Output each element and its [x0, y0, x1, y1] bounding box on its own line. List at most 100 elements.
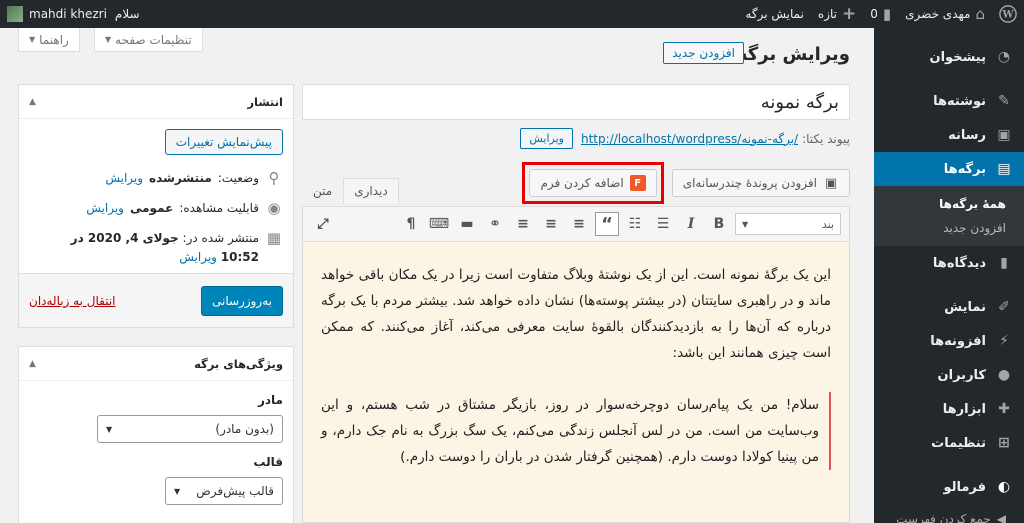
help-tab[interactable]: راهنما ▼ [18, 28, 80, 52]
eye-icon: ◉ [267, 199, 281, 217]
comments-link[interactable]: ▮ 0 [863, 0, 898, 28]
page-title: ویرایش برگه [736, 44, 850, 65]
chevron-down-icon: ▼ [742, 219, 749, 229]
comments-icon: ▮ [1000, 255, 1008, 271]
menu-appearance[interactable]: ✐ نمایش [874, 290, 1024, 324]
site-name-link[interactable]: ⌂ مهدی خضری [898, 0, 992, 28]
status-row: ⚲ وضعیت: منتشرشده ویرایش [19, 169, 293, 187]
home-icon: ⌂ [975, 5, 985, 23]
menu-comments[interactable]: ▮ دیدگاه‌ها [874, 246, 1024, 280]
edit-status-link[interactable]: ویرایش [105, 171, 143, 185]
rtl-paragraph-icon[interactable]: ¶ [399, 212, 423, 236]
tab-visual[interactable]: دیداری [343, 178, 399, 204]
move-to-trash-link[interactable]: انتقال به زباله‌دان [29, 294, 116, 308]
pin-icon: ⚲ [268, 169, 280, 187]
screen-options-tab[interactable]: تنظیمات صفحه ▼ [94, 28, 203, 52]
bullet-list-icon[interactable]: ☰ [651, 212, 675, 236]
menu-settings[interactable]: ⊞ تنظیمات [874, 426, 1024, 460]
parent-label: مادر [257, 393, 283, 407]
menu-posts[interactable]: ✎ نوشته‌ها [874, 84, 1024, 118]
link-icon[interactable]: ⚭ [483, 212, 507, 236]
my-account-link[interactable]: mahdi khezri سلام [0, 0, 147, 28]
italic-button[interactable]: I [679, 212, 703, 236]
add-new-button[interactable]: افزودن جدید [663, 42, 744, 64]
edit-date-link[interactable]: ویرایش [179, 250, 217, 264]
permalink-edit-button[interactable]: ویرایش [520, 128, 573, 149]
avatar [7, 6, 23, 22]
editor-toolbar: بند ▼ B I ☰ ☷ “ ≡ ≡ ≡ ⚭ ▬ ⌨ ¶ ⤢ [302, 206, 850, 242]
parent-select[interactable]: (بدون مادر) ▼ [97, 415, 283, 443]
menu-plugins[interactable]: ⚡ افزونه‌ها [874, 324, 1024, 358]
permalink-link[interactable]: http://localhost/wordpress/برگه-نمونه/ [581, 132, 798, 146]
published-date-row: ▦ منتشر شده در: جولای 4, 2020 در 10:52 و… [70, 229, 282, 264]
template-label: قالب [253, 455, 283, 469]
align-left-icon[interactable]: ≡ [567, 212, 591, 236]
editor-content[interactable]: این یک برگهٔ نمونه است. این از یک نوشتهٔ… [302, 242, 850, 523]
template-select[interactable]: قالب پیش‌فرض ▼ [165, 477, 283, 505]
post-title-input[interactable]: برگه نمونه [302, 84, 850, 120]
chevron-down-icon: ▼ [106, 424, 113, 434]
new-content-link[interactable]: + تازه [811, 0, 863, 28]
page-attributes-box: ویژگی‌های برگه ▲ مادر (بدون مادر) ▼ قالب… [18, 346, 294, 523]
format-select[interactable]: بند ▼ [735, 213, 841, 235]
publish-box: انتشار ▲ پیش‌نمایش تغییرات ⚲ وضعیت: منتش… [18, 84, 294, 328]
plugin-icon: ⚡ [999, 333, 1009, 349]
menu-pages[interactable]: ▤ برگه‌ها [866, 152, 1024, 186]
read-more-icon[interactable]: ▬ [455, 212, 479, 236]
collapse-icon: ◀ [996, 512, 1006, 523]
tab-text[interactable]: متن [302, 178, 343, 204]
wrench-icon: ✚ [998, 401, 1010, 417]
comment-bubble-icon: ▮ [882, 5, 892, 23]
dropdown-arrow-icon: ▼ [105, 35, 112, 44]
menu-users[interactable]: ● کاربران [874, 358, 1024, 392]
admin-bar: W ⌂ مهدی خضری ▮ 0 + تازه نمایش برگه mahd… [0, 0, 1024, 28]
dashboard-icon: ◔ [997, 49, 1011, 65]
numbered-list-icon[interactable]: ☷ [623, 212, 647, 236]
add-form-button[interactable]: F اضافه کردن فرم [529, 169, 657, 197]
wordpress-logo-icon[interactable]: W [992, 0, 1024, 28]
add-media-button[interactable]: ▣ افزودن پروندهٔ چندرسانه‌ای [671, 169, 850, 197]
bold-button[interactable]: B [707, 212, 731, 236]
chevron-down-icon: ▼ [174, 486, 181, 496]
editor-tabs: متن دیداری [302, 178, 399, 204]
edit-visibility-link[interactable]: ویرایش [86, 201, 124, 215]
svg-text:W: W [1001, 10, 1014, 21]
visibility-row: ◉ قابلیت مشاهده: عمومی ویرایش [19, 199, 293, 217]
page-attributes-header[interactable]: ویژگی‌های برگه ▲ [19, 347, 293, 381]
brush-icon: ✐ [998, 299, 1010, 315]
settings-icon: ⊞ [998, 435, 1010, 451]
menu-media[interactable]: ▣ رسانه [874, 118, 1024, 152]
admin-menu: ◔ پیشخوان ✎ نوشته‌ها ▣ رسانه ▤ برگه‌ها ه… [866, 28, 1024, 523]
collapse-arrow-icon[interactable]: ▲ [29, 359, 36, 369]
highlight-frame: F اضافه کردن فرم [522, 162, 664, 204]
align-center-icon[interactable]: ≡ [539, 212, 563, 236]
pin-icon: ✎ [998, 93, 1010, 109]
align-right-icon[interactable]: ≡ [511, 212, 535, 236]
view-page-link[interactable]: نمایش برگه [738, 0, 811, 28]
menu-formalo[interactable]: ◐ فرمالو [874, 470, 1024, 504]
update-button[interactable]: به‌روزرسانی [200, 285, 283, 316]
fullscreen-icon[interactable]: ⤢ [311, 212, 335, 236]
submenu-all-pages[interactable]: همهٔ برگه‌ها [874, 192, 1024, 216]
publish-box-header[interactable]: انتشار ▲ [19, 85, 293, 119]
formalo-icon: ◐ [997, 479, 1011, 495]
blockquote-button[interactable]: “ [595, 212, 619, 236]
form-icon: F [629, 175, 646, 191]
menu-dashboard[interactable]: ◔ پیشخوان [874, 40, 1024, 74]
page-icon: ▤ [997, 161, 1011, 177]
content-area: تنظیمات صفحه ▼ راهنما ▼ ویرایش برگه افزو… [0, 28, 874, 523]
media-icon: ▣ [997, 127, 1011, 143]
menu-tools[interactable]: ✚ ابزارها [874, 392, 1024, 426]
media-buttons: ▣ افزودن پروندهٔ چندرسانه‌ای F اضافه کرد… [522, 162, 850, 204]
collapse-arrow-icon[interactable]: ▲ [29, 97, 36, 107]
media-icon: ▣ [824, 175, 838, 191]
preview-changes-button[interactable]: پیش‌نمایش تغییرات [164, 129, 283, 155]
collapse-menu-button[interactable]: ◀ جمع کردن فهرست [874, 504, 1024, 523]
pages-submenu: همهٔ برگه‌ها افزودن جدید [874, 186, 1024, 246]
plus-icon: + [842, 4, 857, 24]
content-quote: سلام! من یک پیام‌رسان دوچرخه‌سوار در روز… [321, 392, 831, 470]
submenu-add-new-page[interactable]: افزودن جدید [874, 216, 1024, 240]
dropdown-arrow-icon: ▼ [29, 35, 36, 44]
permalink-row: پیوند یکتا: http://localhost/wordpress/ب… [520, 128, 850, 149]
toolbar-toggle-icon[interactable]: ⌨ [427, 212, 451, 236]
